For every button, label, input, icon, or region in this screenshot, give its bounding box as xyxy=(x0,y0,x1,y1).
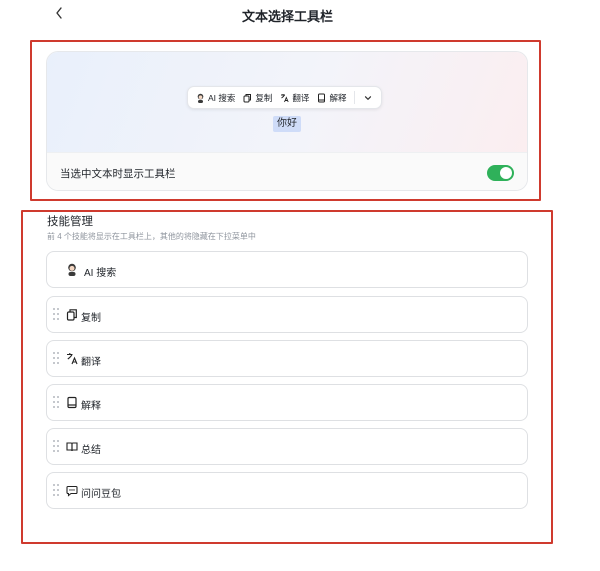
skill-item-ask-doubao[interactable]: 问问豆包 xyxy=(46,472,528,509)
preview-card: AI 搜索 复制 翻译 解释 你好 当选中文本时显示工具栏 xyxy=(46,51,528,191)
chevron-down-icon xyxy=(365,95,372,100)
toolbar-item-translate[interactable]: 翻译 xyxy=(278,92,311,104)
skill-item-ai-search[interactable]: AI 搜索 xyxy=(46,251,528,288)
book-icon xyxy=(317,93,326,103)
toolbar-item-copy[interactable]: 复制 xyxy=(241,92,274,104)
drag-handle-icon[interactable] xyxy=(53,352,59,364)
toolbar-item-explain[interactable]: 解释 xyxy=(315,92,348,104)
toolbar-divider xyxy=(354,91,356,104)
skill-item-translate[interactable]: 翻译 xyxy=(46,340,528,377)
selected-text-sample: 你好 xyxy=(273,116,301,132)
show-toolbar-toggle[interactable] xyxy=(487,165,514,181)
chat-bubble-icon xyxy=(66,484,78,497)
toolbar-item-label: 翻译 xyxy=(292,92,310,103)
toolbar-item-label: 复制 xyxy=(255,92,273,103)
translate-icon xyxy=(280,93,290,103)
ai-avatar-icon xyxy=(66,263,78,276)
drag-handle-icon[interactable] xyxy=(53,396,59,408)
ai-avatar-icon xyxy=(196,93,205,103)
toolbar-more-button[interactable] xyxy=(361,94,375,102)
page-title: 文本选择工具栏 xyxy=(241,9,333,24)
preview-area: AI 搜索 复制 翻译 解释 你好 xyxy=(47,52,527,152)
skill-label: AI 搜索 xyxy=(84,268,117,279)
skill-label: 解释 xyxy=(81,401,101,412)
setting-label: 当选中文本时显示工具栏 xyxy=(60,168,176,180)
toolbar-item-label: 解释 xyxy=(329,92,347,103)
skill-label: 问问豆包 xyxy=(81,489,121,500)
skill-item-copy[interactable]: 复制 xyxy=(46,296,528,333)
skill-label: 总结 xyxy=(81,445,101,456)
toolbar-item-ai-search[interactable]: AI 搜索 xyxy=(194,92,237,104)
translate-icon xyxy=(66,352,78,365)
copy-icon xyxy=(243,93,252,103)
drag-handle-icon[interactable] xyxy=(53,484,59,496)
show-toolbar-setting: 当选中文本时显示工具栏 xyxy=(47,152,527,190)
copy-icon xyxy=(66,308,78,321)
preview-toolbar: AI 搜索 复制 翻译 解释 xyxy=(187,86,383,109)
skills-section-title: 技能管理 xyxy=(47,216,93,228)
drag-handle-icon[interactable] xyxy=(53,440,59,452)
skill-label: 翻译 xyxy=(81,357,101,368)
skill-label: 复制 xyxy=(81,313,101,324)
drag-handle-icon[interactable] xyxy=(53,308,59,320)
open-book-icon xyxy=(66,440,78,453)
toggle-knob xyxy=(500,167,512,179)
skill-item-summarize[interactable]: 总结 xyxy=(46,428,528,465)
skill-item-explain[interactable]: 解释 xyxy=(46,384,528,421)
header: 文本选择工具栏 xyxy=(0,0,600,30)
book-icon xyxy=(66,396,78,409)
toolbar-item-label: AI 搜索 xyxy=(208,92,236,103)
skills-section-description: 前 4 个技能将显示在工具栏上，其他的将隐藏在下拉菜单中 xyxy=(47,232,256,241)
